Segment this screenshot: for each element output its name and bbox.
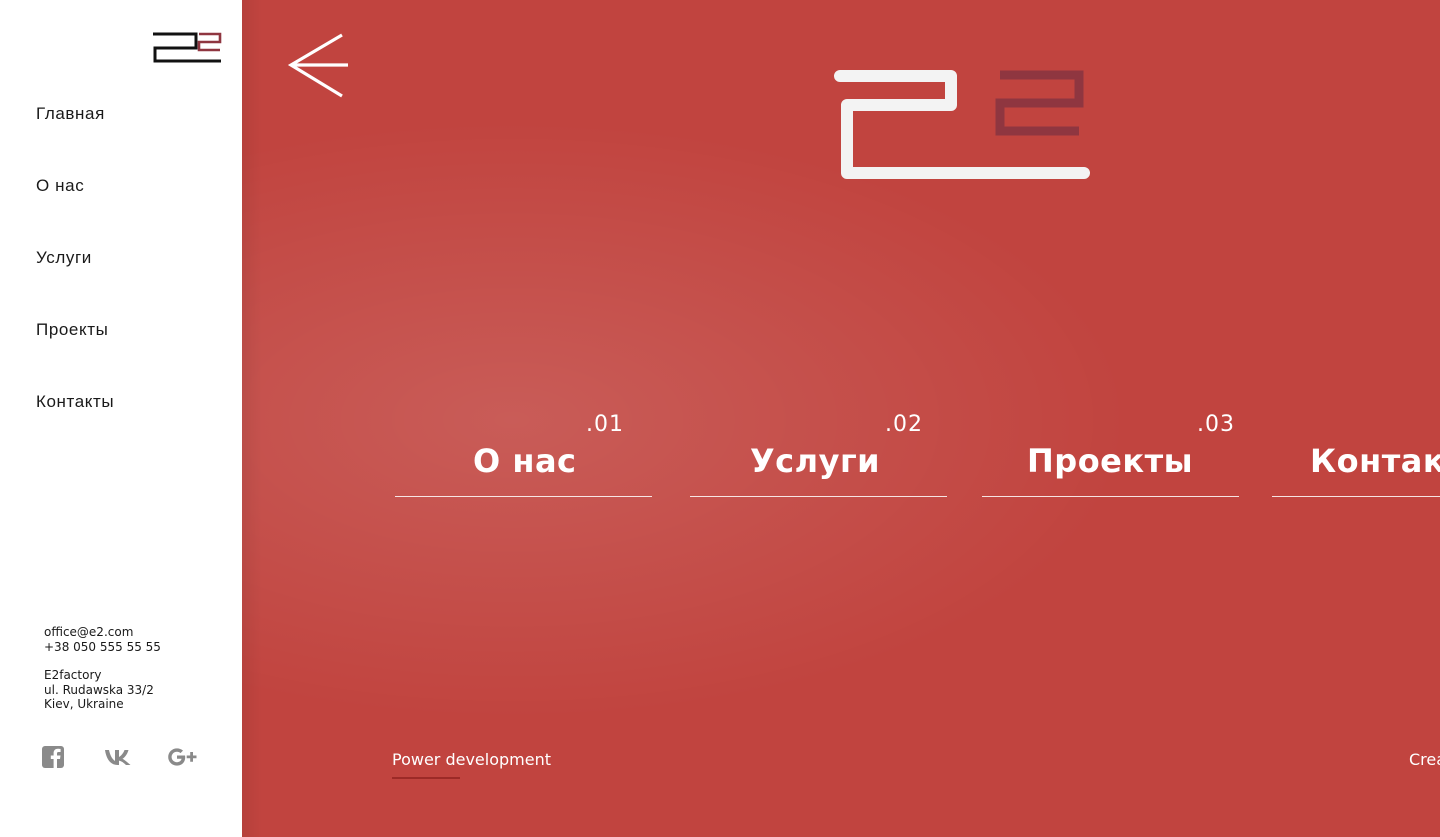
nav-item-about[interactable]: О нас bbox=[36, 172, 114, 244]
google-plus-icon bbox=[168, 748, 197, 766]
contact-info: office@e2.com +38 050 555 55 55 E2factor… bbox=[44, 625, 161, 712]
vk-link[interactable] bbox=[104, 744, 166, 770]
e2-logo-icon[interactable] bbox=[150, 30, 224, 66]
section-title: Контакты bbox=[1310, 442, 1440, 480]
section-contacts[interactable]: Контакты bbox=[1272, 410, 1440, 497]
google-plus-link[interactable] bbox=[166, 744, 228, 770]
section-number: .02 bbox=[885, 412, 923, 437]
arrow-left-icon[interactable] bbox=[286, 32, 350, 100]
sidebar: Главная О нас Услуги Проекты Контакты of… bbox=[0, 0, 242, 837]
nav-item-contacts[interactable]: Контакты bbox=[36, 388, 114, 460]
sidebar-nav: Главная О нас Услуги Проекты Контакты bbox=[36, 100, 114, 460]
facebook-icon bbox=[42, 746, 64, 768]
footer-link-underline bbox=[392, 777, 460, 779]
vk-icon bbox=[105, 750, 131, 765]
section-number: .03 bbox=[1197, 412, 1235, 437]
section-title: Услуги bbox=[750, 442, 881, 480]
footer-link-power-development[interactable]: Power development bbox=[392, 750, 551, 769]
section-about[interactable]: .01 О нас bbox=[395, 410, 652, 497]
contact-phone[interactable]: +38 050 555 55 55 bbox=[44, 640, 161, 655]
section-services[interactable]: .02 Услуги bbox=[690, 410, 947, 497]
contact-email[interactable]: office@e2.com bbox=[44, 625, 161, 640]
social-links bbox=[42, 744, 228, 770]
nav-item-home[interactable]: Главная bbox=[36, 100, 114, 172]
footer-link-creative[interactable]: Creative bbox=[1409, 750, 1440, 769]
section-number: .01 bbox=[586, 412, 624, 437]
nav-item-projects[interactable]: Проекты bbox=[36, 316, 114, 388]
nav-item-services[interactable]: Услуги bbox=[36, 244, 114, 316]
contact-city: Kiev, Ukraine bbox=[44, 697, 124, 711]
main-hero: .01 О нас .02 Услуги .03 Проекты Контакт… bbox=[242, 0, 1440, 837]
contact-company: E2factory bbox=[44, 668, 102, 682]
section-projects[interactable]: .03 Проекты bbox=[982, 410, 1239, 497]
facebook-link[interactable] bbox=[42, 744, 104, 770]
contact-street: ul. Rudawska 33/2 bbox=[44, 682, 154, 697]
e2-logo-icon bbox=[834, 70, 1090, 179]
section-title: Проекты bbox=[1027, 442, 1194, 480]
section-title: О нас bbox=[473, 442, 577, 480]
